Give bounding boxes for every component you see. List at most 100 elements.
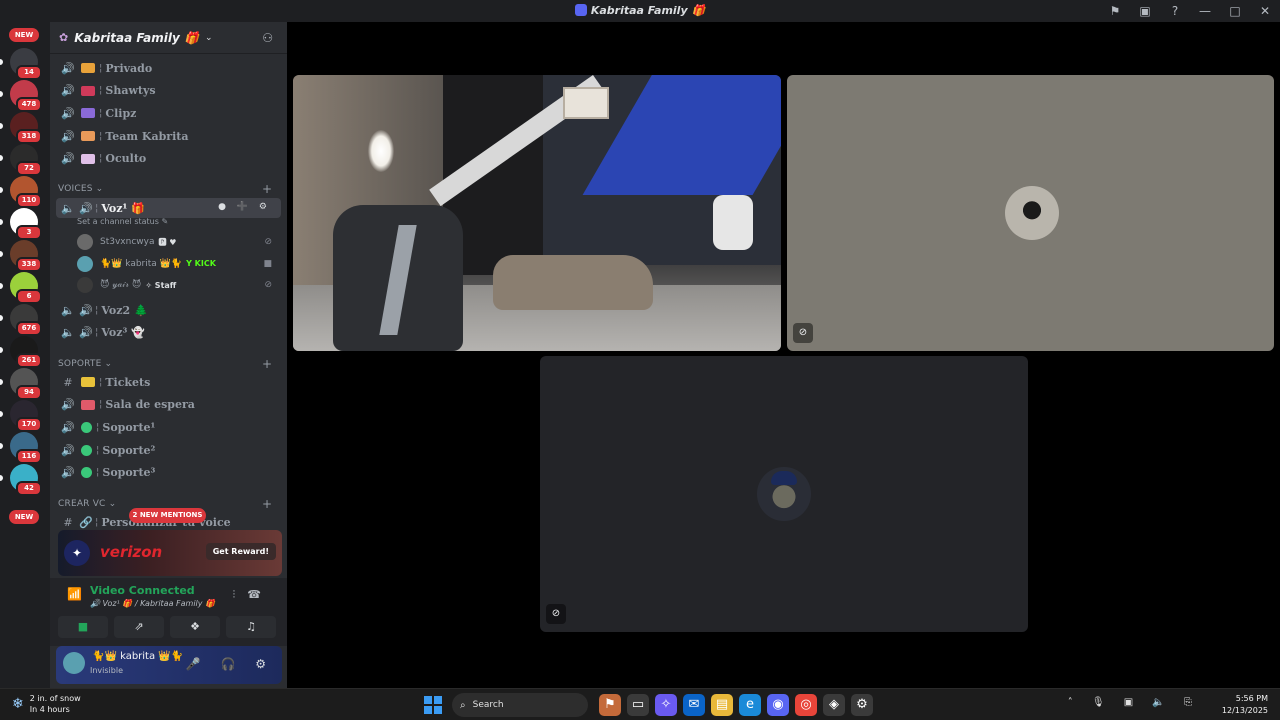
voice-channel[interactable]: 🔊 ¦ Privado	[56, 58, 281, 78]
server-icon[interactable]: 6	[10, 272, 42, 304]
voice-channel[interactable]: 🔊 ¦ Shawtys	[56, 81, 281, 101]
unread-badge: 14	[16, 65, 42, 80]
system-tray[interactable]: ˄ 🎙 ▣ 🔈 ⎘	[1068, 697, 1200, 708]
voice-channel[interactable]: 🔊 ¦ Soporte¹	[56, 417, 281, 437]
channel-name: Shawtys	[105, 84, 156, 98]
minimize-icon[interactable]: —	[1190, 4, 1220, 18]
server-icon[interactable]: 3	[10, 208, 42, 240]
new-pill-top[interactable]: NEW	[9, 28, 39, 42]
search-icon: ⌕	[460, 699, 466, 711]
inbox-icon[interactable]: ⚑	[1100, 4, 1130, 18]
screen-share-button[interactable]: ⇗	[114, 616, 164, 638]
server-icon[interactable]: 110	[10, 176, 42, 208]
activities-button[interactable]: ❖	[170, 616, 220, 638]
voice-user[interactable]: St3vxncwya 🅿 ♥ ⊘	[77, 232, 282, 252]
chrome-icon[interactable]: ◎	[795, 694, 817, 716]
camera-button[interactable]: ■	[58, 616, 108, 638]
user-controls[interactable]: 🎤 🎧 ⚙	[186, 657, 274, 671]
outlook-icon[interactable]: ✉	[683, 694, 705, 716]
unread-indicator	[0, 123, 3, 129]
voice-channel[interactable]: 🔊 ¦ Sala de espera	[56, 395, 281, 415]
new-mentions-pill[interactable]: 2 NEW MENTIONS	[129, 508, 206, 523]
link-icon: 🔗	[79, 515, 93, 529]
server-icon[interactable]: 478	[10, 80, 42, 112]
app-icon[interactable]: ◈	[823, 694, 845, 716]
text-channel[interactable]: # ¦ Tickets	[56, 372, 281, 392]
server-icon[interactable]: 72	[10, 144, 42, 176]
voice-channel[interactable]: 🔊 ¦ Oculto	[56, 149, 281, 169]
poster	[563, 87, 609, 119]
close-icon[interactable]: ✕	[1250, 4, 1280, 18]
get-reward-button[interactable]: Get Reward!	[205, 543, 276, 560]
speaker-icon: 🔊	[61, 420, 75, 434]
channel-status-prompt[interactable]: Set a channel status ✎	[77, 217, 168, 226]
channel-name: Soporte²	[102, 443, 156, 457]
server-icon[interactable]: 170	[10, 400, 42, 432]
server-icon[interactable]: 261	[10, 336, 42, 368]
copilot-icon[interactable]: ✧	[655, 694, 677, 716]
connection-location[interactable]: 🔊 Voz¹ 🎁 / Kabritaa Family 🎁	[90, 599, 215, 608]
server-icon[interactable]: 14	[10, 48, 42, 80]
voice-channel[interactable]: 🔊 ¦ Team Kabrita	[56, 126, 281, 146]
add-channel-icon[interactable]: +	[262, 357, 272, 371]
channel-actions[interactable]: ● ➕ ⚙	[218, 202, 271, 212]
help-icon[interactable]: ?	[1160, 4, 1190, 18]
noise-suppression-icon[interactable]: ⫶	[233, 588, 248, 601]
voice-channel[interactable]: 🔊 ¦ Clipz	[56, 103, 281, 123]
voice-channel-voz1[interactable]: 🔈 🔊 ¦ Voz¹ 🎁 ● ➕ ⚙	[56, 198, 281, 218]
task-view-icon[interactable]: ▭	[627, 694, 649, 716]
titlebar-controls: ⚑ ▣? — □ ✕	[1100, 0, 1280, 22]
voice-connection-panel: 📶 Video Connected 🔊 Voz¹ 🎁 / Kabritaa Fa…	[50, 578, 287, 646]
invite-people-icon[interactable]: ⚇	[262, 31, 273, 45]
new-pill-bottom[interactable]: NEW	[9, 510, 39, 524]
channel-emoji-icon	[81, 444, 92, 456]
category-voices[interactable]: VOICES ⌄ +	[58, 182, 272, 196]
weather-widget[interactable]: ❄ 2 in. of snow In 4 hours	[12, 693, 81, 715]
voice-username: 🐈👑 kabrita 👑🐈	[100, 258, 183, 269]
speaker-icon: 🔈	[61, 201, 75, 215]
add-channel-icon[interactable]: +	[262, 182, 272, 196]
start-button[interactable]	[424, 696, 442, 714]
soundboard-button[interactable]: ♫	[226, 616, 276, 638]
channel-emoji-icon	[81, 85, 95, 96]
voice-user[interactable]: 😈 𝓎𝒶𝒾𝓇 😈 ✧ Staff ⊘	[77, 275, 282, 295]
file-explorer-icon[interactable]: ▤	[711, 694, 733, 716]
avatar[interactable]	[63, 652, 85, 674]
server-icon[interactable]: 94	[10, 368, 42, 400]
settings-icon[interactable]: ⚙	[851, 694, 873, 716]
unread-badge: 110	[16, 193, 42, 208]
muted-mic-icon: ⊘	[264, 280, 272, 290]
voice-channel[interactable]: 🔈 🔊 ¦ Voz2 🌲	[56, 300, 281, 320]
server-icon[interactable]: 338	[10, 240, 42, 272]
signal-icon[interactable]: 📶	[67, 587, 82, 601]
category-soporte[interactable]: SOPORTE ⌄ +	[58, 357, 272, 371]
disconnect-icon[interactable]: ☎	[247, 588, 273, 601]
video-tile-participant[interactable]: ⊘	[540, 356, 1028, 632]
search-box[interactable]: ⌕ Search	[452, 693, 588, 717]
username[interactable]: 🐈👑 kabrita 👑🐈	[92, 651, 183, 662]
discord-icon[interactable]: ◉	[767, 694, 789, 716]
server-icon[interactable]: 676	[10, 304, 42, 336]
unread-badge: 116	[16, 449, 42, 464]
category-crear-vc[interactable]: CREAR VC ⌄ +	[58, 497, 272, 511]
video-tile-camera[interactable]	[293, 75, 781, 351]
maximize-icon[interactable]: □	[1220, 4, 1250, 18]
server-icon[interactable]: 116	[10, 432, 42, 464]
voice-channel[interactable]: 🔊 ¦ Soporte²	[56, 440, 281, 460]
screen-share-icon[interactable]: ▣	[1130, 4, 1160, 18]
edge-icon[interactable]: e	[739, 694, 761, 716]
server-icon[interactable]: 318	[10, 112, 42, 144]
server-header[interactable]: ✿ Kabritaa Family 🎁 ⌄ ⚇	[50, 22, 287, 54]
add-channel-icon[interactable]: +	[262, 497, 272, 511]
unread-indicator	[0, 219, 3, 225]
voice-user[interactable]: 🐈👑 kabrita 👑🐈 Y KICK ■	[77, 254, 282, 274]
unread-badge: 6	[16, 289, 42, 304]
channel-emoji-icon	[81, 399, 95, 410]
unread-indicator	[0, 411, 3, 417]
widget-app-icon[interactable]: ⚑	[599, 694, 621, 716]
clock[interactable]: 5:56 PM 12/13/2025	[1222, 693, 1268, 717]
voice-channel[interactable]: 🔈 🔊 ¦ Voz³ 👻	[56, 323, 281, 343]
voice-channel[interactable]: 🔊 ¦ Soporte³	[56, 463, 281, 483]
video-tile-participant[interactable]: ⊘	[787, 75, 1274, 351]
server-icon[interactable]: 42	[10, 464, 42, 496]
